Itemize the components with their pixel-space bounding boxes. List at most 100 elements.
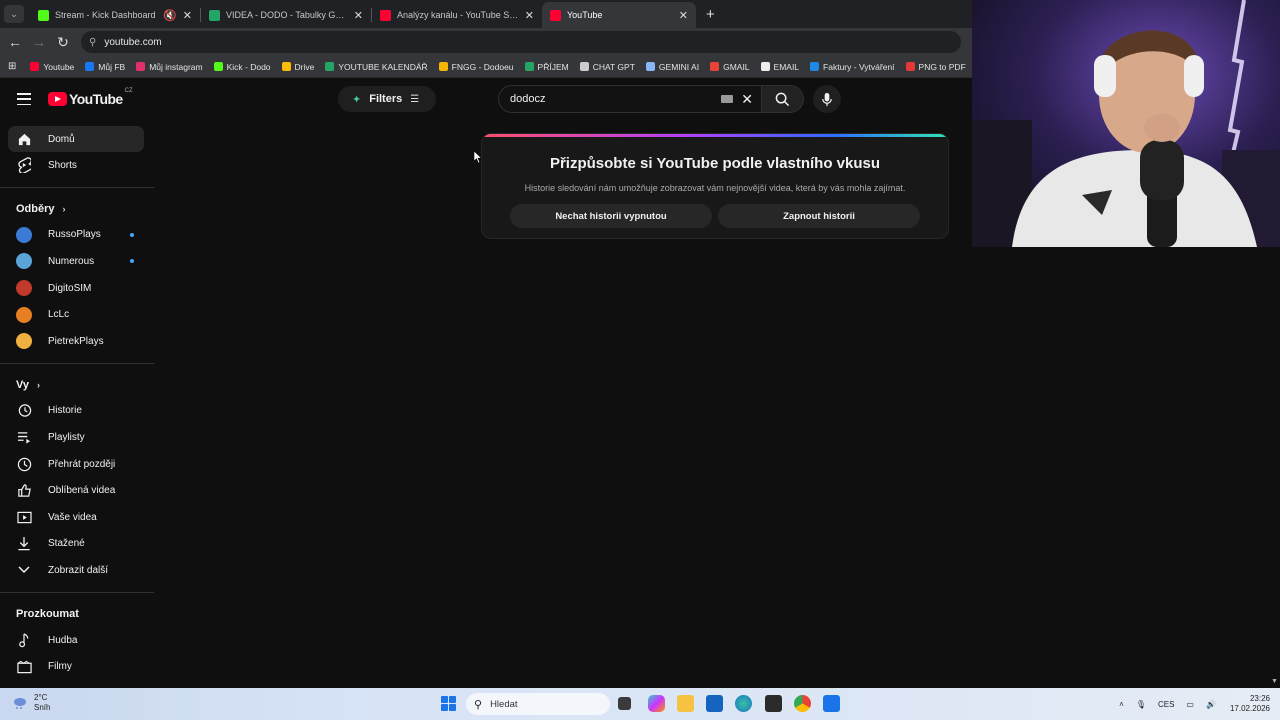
site-info-icon[interactable]: ⚲ (89, 37, 96, 48)
bookmark-item[interactable]: Youtube (30, 62, 74, 72)
browser-tab[interactable]: Stream - Kick Dashboard 🔇 ✕ (30, 2, 200, 28)
task-view-icon[interactable] (618, 697, 631, 710)
sidebar-item-music[interactable]: Hudba (0, 627, 154, 654)
new-content-dot (130, 232, 134, 237)
weather-temperature: 2°C (34, 693, 48, 702)
close-tab-icon[interactable]: ✕ (679, 9, 688, 22)
bookmark-item[interactable]: GMAIL (710, 62, 750, 72)
filters-extension-icon: ✦ (352, 93, 362, 106)
sidebar-divider (0, 186, 154, 188)
sidebar-item-label: Vaše videa (48, 511, 97, 523)
sidebar-item-liked-videos[interactable]: Oblíbená videa (0, 477, 154, 504)
chevron-right-icon: › (62, 203, 66, 214)
bookmark-favicon-icon (213, 62, 223, 71)
taskbar-search-field[interactable]: ⚲ Hledat (466, 693, 610, 715)
close-tab-icon[interactable]: ✕ (354, 9, 363, 22)
sidebar-item-channel[interactable]: PietrekPlays (0, 328, 154, 355)
browser-tab[interactable]: Analýzy kanálu - YouTube Studio ✕ (372, 2, 542, 28)
sidebar-item-channel[interactable]: DigitoSIM (0, 275, 154, 302)
bookmark-item[interactable]: Kick - Dodo (213, 62, 271, 72)
sidebar-item-channel[interactable]: LcLc (0, 301, 154, 328)
sidebar-item-history[interactable]: Historie (0, 398, 154, 425)
search-button[interactable] (762, 85, 804, 113)
file-explorer-icon[interactable] (677, 695, 694, 712)
close-tab-icon[interactable]: ✕ (183, 9, 192, 22)
sidebar-item-shorts[interactable]: Shorts (0, 152, 154, 179)
bookmark-label: Můj instagram (149, 61, 203, 72)
url-text: youtube.com (104, 36, 162, 48)
voice-search-button[interactable] (813, 85, 841, 113)
keep-history-off-button[interactable]: Nechat historii vypnutou (510, 204, 712, 228)
you-heading[interactable]: Vy › (0, 372, 154, 398)
copilot-icon[interactable] (648, 695, 665, 712)
bookmark-item[interactable]: YOUTUBE KALENDÁŘ (325, 61, 428, 72)
microphone-icon[interactable]: 🎙 (1136, 700, 1146, 709)
youtube-logo[interactable]: YouTube CZ (48, 88, 133, 106)
windows-start-icon[interactable] (441, 696, 456, 711)
sidebar-item-playlists[interactable]: Playlisty (0, 424, 154, 451)
sidebar-item-home[interactable]: Domů (8, 126, 144, 152)
close-tab-icon[interactable]: ✕ (525, 9, 534, 22)
edge-icon[interactable] (735, 695, 752, 712)
bookmark-item[interactable]: Můj instagram (136, 61, 203, 72)
volume-icon[interactable]: 🔊 (1206, 700, 1216, 709)
bookmark-item[interactable]: PŘÍJEM (524, 62, 569, 72)
windows-taskbar: 2°C Sníh ⚲ Hledat ˄ 🎙 CES ▭ 🔊 23:26 17.0… (0, 688, 1280, 720)
sidebar-item-label: Stažené (48, 538, 85, 550)
bookmark-item[interactable]: EMAIL (760, 62, 799, 72)
sidebar-item-channel[interactable]: RussoPlays (0, 222, 154, 249)
scroll-down-arrow-icon[interactable]: ▼ (1271, 678, 1278, 685)
bookmark-label: Drive (294, 61, 315, 72)
chevron-up-icon[interactable]: ˄ (1119, 700, 1124, 709)
chrome-icon[interactable] (794, 695, 811, 712)
sidebar-item-movies[interactable]: Filmy (0, 653, 154, 680)
turn-on-history-button[interactable]: Zapnout historii (718, 204, 920, 228)
url-field[interactable]: ⚲ youtube.com (81, 31, 961, 53)
menu-icon[interactable] (17, 93, 31, 105)
outlook-icon[interactable] (706, 695, 723, 712)
sidebar-item-label: Přehrát později (48, 458, 116, 470)
search-input[interactable]: dodocz ✕ (498, 85, 762, 113)
sidebar-item-your-videos[interactable]: Vaše videa (0, 504, 154, 531)
clear-search-icon[interactable]: ✕ (741, 91, 753, 108)
bookmark-item[interactable]: FNGG - Dodoeu (438, 62, 514, 72)
browser-tab-active[interactable]: YouTube ✕ (542, 2, 696, 28)
sidebar-item-watch-later[interactable]: Přehrát později (0, 451, 154, 478)
forward-icon[interactable]: → (27, 34, 51, 50)
sidebar-divider (0, 362, 154, 364)
bookmark-favicon-icon (85, 62, 95, 71)
avatar (16, 253, 32, 270)
tab-search-button[interactable]: ⌄ (4, 5, 24, 23)
weather-widget[interactable]: 2°C Sníh (12, 693, 50, 713)
terminal-icon[interactable] (765, 695, 782, 712)
keyboard-icon[interactable] (721, 95, 734, 103)
apps-icon[interactable]: ⊞ (8, 61, 16, 72)
bookmark-item[interactable]: PNG to PDF (905, 62, 966, 72)
sidebar-item-label: RussoPlays (48, 229, 101, 241)
filters-button[interactable]: ✦ Filters ☰ (338, 86, 436, 112)
bookmark-favicon-icon (136, 62, 146, 71)
back-icon[interactable]: ← (3, 34, 27, 50)
subscriptions-heading[interactable]: Odběry › (0, 196, 154, 222)
muted-icon[interactable]: 🔇 (163, 9, 177, 22)
bookmark-item[interactable]: CHAT GPT (579, 62, 635, 72)
bookmark-item[interactable]: GEMINI AI (645, 62, 699, 72)
sidebar-item-downloads[interactable]: Stažené (0, 531, 154, 558)
network-icon[interactable]: ▭ (1186, 700, 1194, 709)
bookmark-favicon-icon (325, 62, 335, 71)
new-tab-button[interactable]: + (706, 6, 715, 23)
app-icon[interactable] (823, 695, 840, 712)
snow-cloud-icon (14, 698, 26, 709)
playlists-icon (16, 429, 32, 445)
avatar (16, 306, 32, 323)
bookmark-item[interactable]: Drive (281, 61, 315, 72)
browser-tab[interactable]: VIDEA - DODO - Tabulky Google ✕ (201, 2, 371, 28)
clock[interactable]: 23:26 17.02.2026 (1230, 694, 1270, 714)
bookmark-item[interactable]: Faktury - Vytváření (810, 62, 895, 72)
bookmark-item[interactable]: Můj FB (85, 62, 125, 72)
sidebar-item-channel[interactable]: Numerous (0, 248, 154, 275)
reload-icon[interactable]: ↻ (51, 34, 75, 51)
input-language[interactable]: CES (1158, 700, 1174, 709)
sidebar-item-chevron-down[interactable]: Zobrazit další (0, 557, 154, 584)
bookmark-label: YOUTUBE KALENDÁŘ (338, 61, 428, 72)
